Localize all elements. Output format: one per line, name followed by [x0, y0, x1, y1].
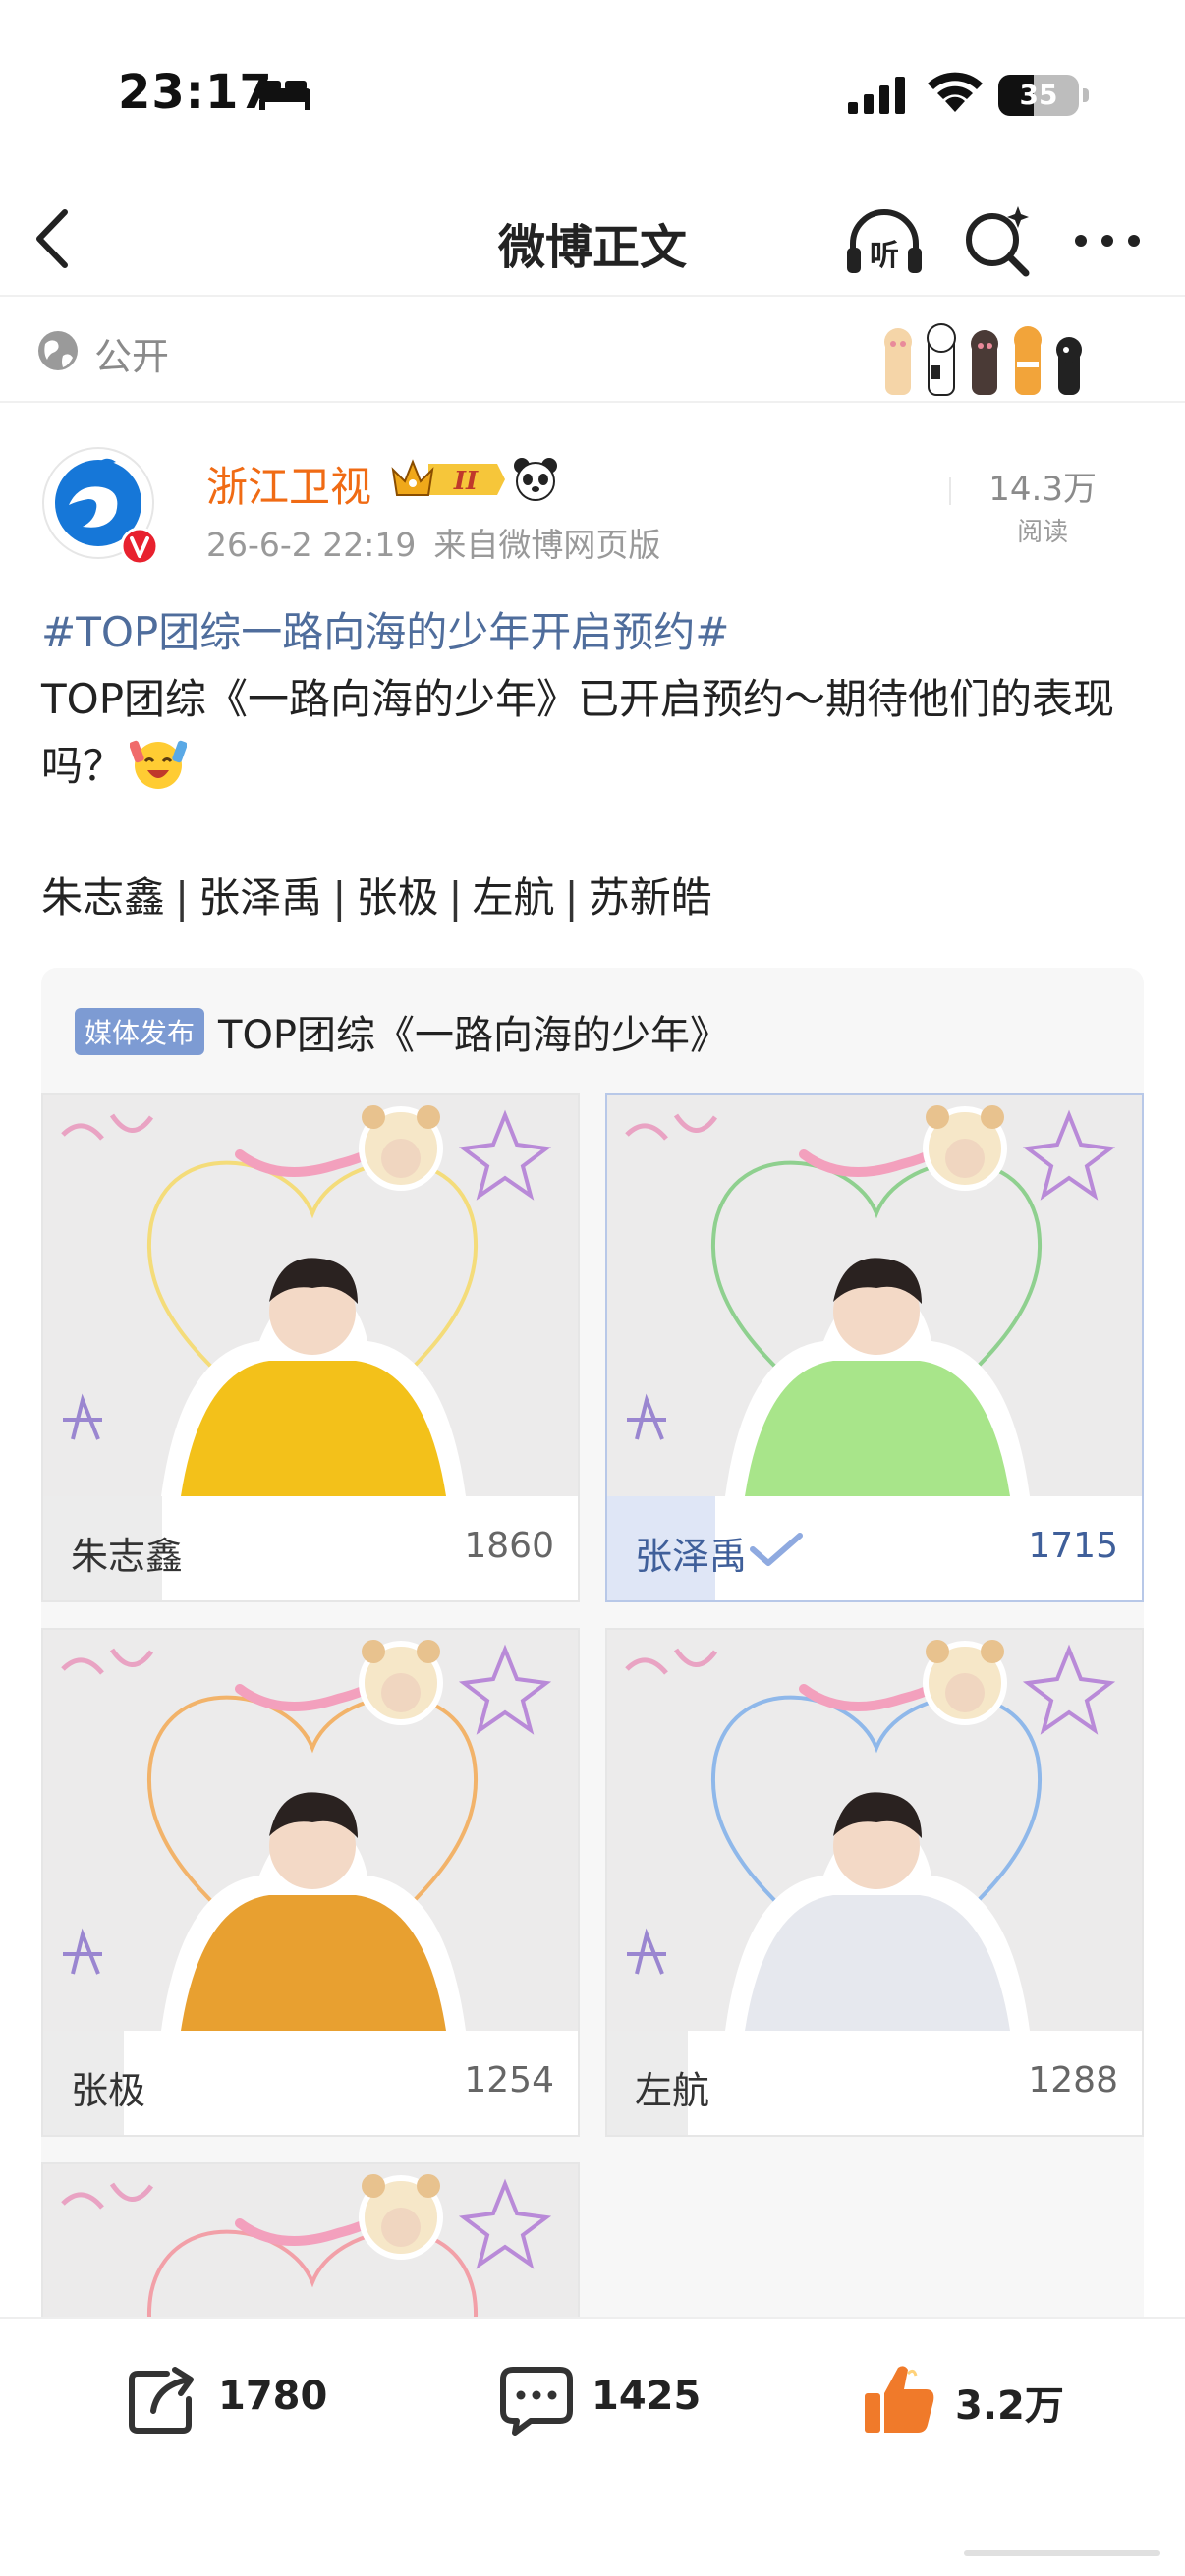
like-count: 3.2万 — [955, 2383, 1064, 2429]
vote-option[interactable]: 张极 1254 — [41, 1628, 580, 2137]
face — [945, 1673, 985, 1712]
nav-bar: 微博正文 听 — [0, 187, 1185, 295]
option-photo — [43, 1630, 578, 2031]
wifi-icon — [928, 72, 983, 112]
crown-level-badge-icon: II — [391, 459, 505, 496]
battery-level: 35 — [1019, 79, 1058, 111]
option-photo — [607, 1095, 1142, 1496]
panda-icon — [514, 458, 557, 501]
post-source: 来自微博网页版 — [433, 526, 661, 564]
action-bar: 1780 1425 3.2万 — [0, 2317, 1185, 2576]
post-header: 浙江卫视 II 26-6-2 22:19 来自微博网页版 14.3万 阅读 — [0, 432, 1185, 580]
option-name: 张泽禹 — [635, 1535, 748, 1578]
cat-paws-decoration-icon — [884, 323, 1082, 396]
option-photo — [43, 1095, 578, 1496]
home-indicator — [964, 2550, 1160, 2556]
headphones-listen-icon[interactable]: 听 — [843, 200, 926, 281]
member-name: 张极 — [356, 873, 439, 922]
member-name: 张泽禹 — [198, 873, 323, 922]
vote-card-header: 媒体发布 TOP团综《一路向海的少年》 — [75, 1003, 729, 1058]
member-name: 苏新皓 — [588, 873, 712, 922]
vote-option[interactable]: 张泽禹 1715 — [605, 1093, 1144, 1602]
sleep-focus-icon — [259, 81, 310, 110]
face — [381, 2208, 421, 2247]
vote-card: 媒体发布 TOP团综《一路向海的少年》 朱志鑫 1860 张泽禹 1715 张极 … — [41, 968, 1144, 2382]
thumbs-up-icon — [865, 2366, 934, 2433]
more-dots-icon[interactable] — [1071, 206, 1144, 275]
like-button[interactable]: 3.2万 — [861, 2360, 1077, 2438]
status-time: 23:17 — [118, 65, 273, 120]
option-result-bar: 张泽禹 1715 — [607, 1496, 1142, 1600]
cellular-signal-icon — [848, 77, 905, 114]
member-name: 左航 — [472, 873, 555, 922]
face — [381, 1139, 421, 1178]
visibility-bar: 公开 — [0, 295, 1185, 403]
cheering-emoji-icon — [130, 740, 188, 789]
option-name: 张极 — [71, 2069, 146, 2112]
member-name: 朱志鑫 — [41, 873, 166, 922]
member-names: 朱志鑫 | 张泽禹 | 张极 | 左航 | 苏新皓 — [41, 865, 712, 924]
face — [381, 1673, 421, 1712]
option-count: 1715 — [1028, 1526, 1118, 1566]
media-badge: 媒体发布 — [75, 1008, 205, 1055]
visibility-label: 公开 — [94, 335, 170, 378]
name-separator: | — [448, 873, 463, 922]
bear-ear — [362, 2174, 385, 2198]
bear-ear — [981, 1105, 1004, 1129]
comment-icon — [500, 2367, 573, 2436]
checkmark-icon — [750, 1533, 803, 1566]
option-result-bar: 张极 1254 — [43, 2031, 578, 2135]
name-separator: | — [564, 873, 579, 922]
option-name: 左航 — [635, 2069, 710, 2112]
view-count-label: 阅读 — [1017, 518, 1069, 547]
vote-option[interactable]: 左航 1288 — [605, 1628, 1144, 2137]
option-photo — [607, 1630, 1142, 2031]
author-name[interactable]: 浙江卫视 — [206, 454, 371, 514]
face — [945, 1139, 985, 1178]
option-count: 1288 — [1028, 2060, 1118, 2100]
post-meta: 26-6-2 22:19 来自微博网页版 — [206, 519, 660, 566]
status-bar: 23:17 35 — [0, 0, 1185, 187]
bear-ear — [362, 1105, 385, 1129]
listen-label: 听 — [870, 239, 899, 273]
bear-ear — [417, 1640, 440, 1663]
post-text: TOP团综《一路向海的少年》已开启预约～期待他们的表现吗？ — [41, 675, 1115, 790]
view-count-number: 14.3万 — [988, 470, 1097, 509]
search-sparkle-icon[interactable] — [961, 202, 1034, 279]
name-separator: | — [175, 873, 190, 922]
bear-ear — [362, 1640, 385, 1663]
option-result-bar: 朱志鑫 1860 — [43, 1496, 578, 1600]
option-count: 1860 — [464, 1526, 554, 1566]
bear-ear — [981, 1640, 1004, 1663]
level-badge-text: II — [453, 467, 479, 496]
globe-icon — [38, 331, 78, 370]
share-button[interactable]: 1780 — [124, 2360, 330, 2438]
battery-icon: 35 — [998, 75, 1089, 116]
share-count: 1780 — [218, 2374, 328, 2419]
name-separator: | — [332, 873, 347, 922]
post-body: #TOP团综一路向海的少年开启预约# TOP团综《一路向海的少年》已开启预约～期… — [41, 599, 1142, 800]
divider — [949, 477, 951, 505]
post-timestamp: 26-6-2 22:19 — [206, 526, 417, 564]
view-count: 14.3万 阅读 — [988, 462, 1097, 548]
vote-card-title[interactable]: TOP团综《一路向海的少年》 — [218, 1003, 729, 1060]
comment-count: 1425 — [592, 2374, 702, 2419]
hashtag-link[interactable]: #TOP团综一路向海的少年开启预约# — [41, 599, 1142, 666]
author-avatar[interactable] — [39, 444, 163, 568]
bear-ear — [417, 2174, 440, 2198]
option-result-bar: 左航 1288 — [607, 2031, 1142, 2135]
vote-option[interactable]: 朱志鑫 1860 — [41, 1093, 580, 1602]
option-name: 朱志鑫 — [71, 1535, 184, 1578]
bear-ear — [926, 1105, 949, 1129]
bear-ear — [417, 1105, 440, 1129]
option-count: 1254 — [464, 2060, 554, 2100]
comment-button[interactable]: 1425 — [497, 2360, 704, 2438]
share-icon — [129, 2367, 194, 2434]
bear-ear — [926, 1640, 949, 1663]
